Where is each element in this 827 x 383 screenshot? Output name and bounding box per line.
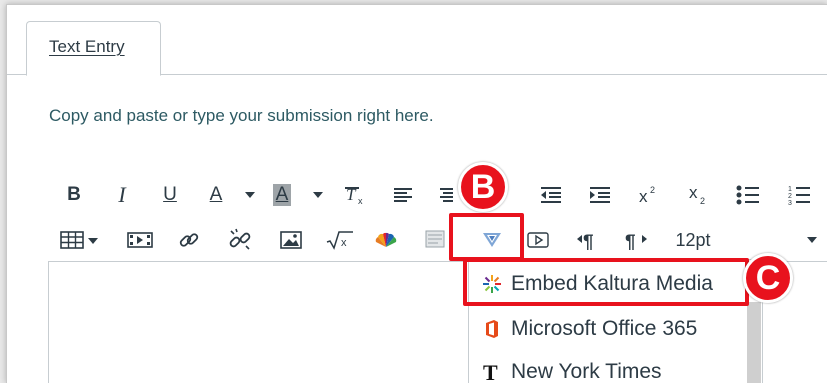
menu-item-new-york-times[interactable]: T New York Times bbox=[469, 350, 746, 383]
background-color-label: A bbox=[272, 184, 292, 206]
instructions-text: Copy and paste or type your submission r… bbox=[49, 106, 434, 125]
menu-item-label: New York Times bbox=[511, 359, 662, 383]
svg-text:3: 3 bbox=[788, 200, 792, 206]
equation-icon[interactable]: x bbox=[325, 226, 355, 254]
callout-badge-b: B bbox=[458, 162, 508, 212]
subscript-icon[interactable]: x2 bbox=[687, 181, 711, 209]
bullet-list-icon[interactable] bbox=[735, 181, 761, 209]
link-icon[interactable] bbox=[177, 226, 201, 254]
svg-text:1: 1 bbox=[788, 186, 792, 193]
svg-text:2: 2 bbox=[700, 196, 705, 206]
clear-formatting-icon[interactable]: Tx bbox=[343, 181, 367, 209]
background-color-button[interactable]: A bbox=[270, 181, 294, 209]
background-color-dropdown-icon[interactable] bbox=[311, 181, 325, 209]
rtl-paragraph-icon[interactable]: ¶ bbox=[623, 226, 649, 254]
peacock-media-icon[interactable] bbox=[373, 226, 399, 254]
document-tool-icon[interactable] bbox=[423, 226, 449, 254]
font-size-select[interactable]: 12pt bbox=[667, 226, 719, 254]
font-size-dropdown-icon[interactable] bbox=[805, 226, 819, 254]
svg-text:2: 2 bbox=[650, 185, 655, 195]
menu-item-office-365[interactable]: Microsoft Office 365 bbox=[469, 307, 746, 350]
italic-button[interactable]: I bbox=[111, 181, 133, 209]
align-left-icon[interactable] bbox=[391, 181, 415, 209]
menu-item-label: Microsoft Office 365 bbox=[511, 316, 698, 340]
embed-media-icon[interactable] bbox=[126, 226, 154, 254]
bold-button[interactable]: B bbox=[63, 181, 85, 209]
outdent-icon[interactable] bbox=[539, 181, 563, 209]
svg-text:¶: ¶ bbox=[625, 232, 636, 250]
svg-text:T: T bbox=[483, 361, 498, 383]
tab-label: Text Entry bbox=[49, 37, 125, 56]
font-color-dropdown-icon[interactable] bbox=[243, 181, 257, 209]
numbered-list-icon[interactable]: 123 bbox=[787, 181, 813, 209]
svg-text:¶: ¶ bbox=[583, 232, 594, 250]
svg-text:x: x bbox=[689, 184, 698, 202]
svg-text:x: x bbox=[358, 196, 363, 205]
office-icon bbox=[481, 318, 503, 340]
unlink-icon[interactable] bbox=[227, 226, 253, 254]
callout-badge-c: C bbox=[743, 253, 793, 303]
svg-text:x: x bbox=[639, 187, 648, 205]
font-color-button[interactable]: A bbox=[203, 181, 229, 209]
highlight-box-b bbox=[449, 213, 524, 261]
svg-text:2: 2 bbox=[788, 193, 792, 200]
highlight-box-c bbox=[463, 258, 749, 306]
image-icon[interactable] bbox=[279, 226, 303, 254]
superscript-icon[interactable]: x2 bbox=[637, 181, 661, 209]
media-player-icon[interactable] bbox=[526, 226, 550, 254]
underline-button[interactable]: U bbox=[159, 181, 181, 209]
dropdown-scrollbar[interactable] bbox=[747, 302, 761, 383]
svg-text:x: x bbox=[341, 237, 347, 249]
nyt-icon: T bbox=[481, 361, 503, 383]
indent-icon[interactable] bbox=[588, 181, 612, 209]
ltr-paragraph-icon[interactable]: ¶ bbox=[575, 226, 601, 254]
tab-text-entry[interactable]: Text Entry bbox=[26, 21, 161, 76]
align-center-icon[interactable] bbox=[439, 181, 453, 209]
table-button[interactable] bbox=[59, 226, 101, 254]
submission-panel: Text Entry Copy and paste or type your s… bbox=[6, 4, 827, 383]
